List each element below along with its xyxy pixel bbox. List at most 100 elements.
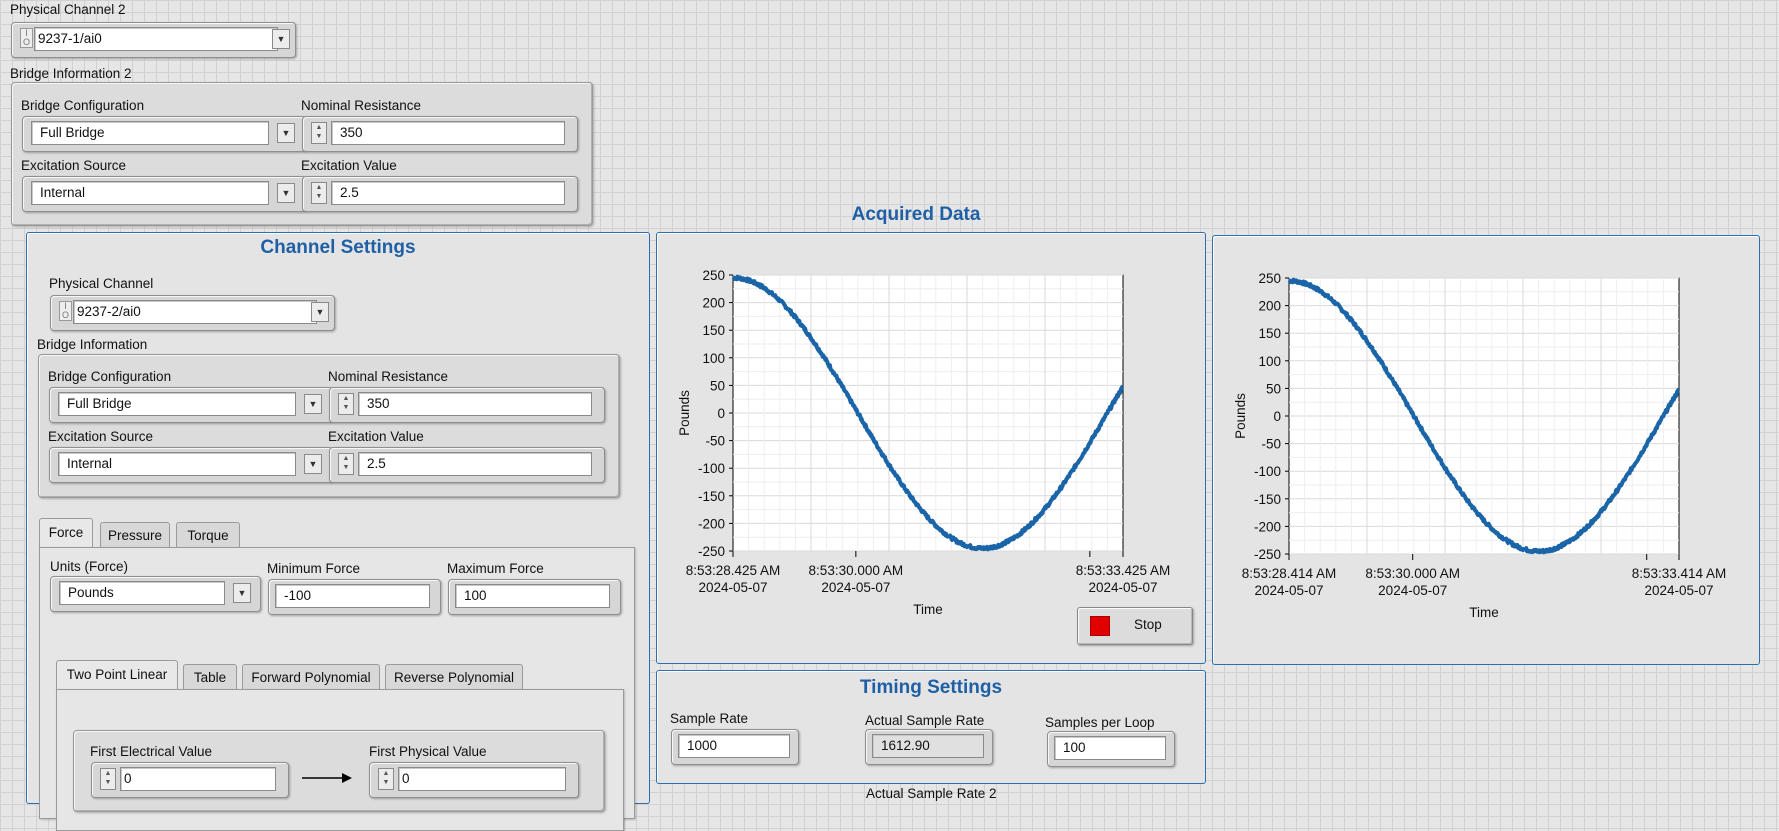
excitation-source-label: Excitation Source (21, 158, 127, 173)
y-tick-label: -50 (1261, 437, 1281, 452)
excitation-value-field[interactable]: 2.5 (358, 452, 592, 476)
nominal-resistance-field[interactable]: 350 (358, 392, 592, 416)
arrow-right-icon (302, 771, 352, 785)
spinner-icon[interactable]: ▲ ▼ (311, 182, 327, 204)
excitation-source-field[interactable]: Internal (58, 452, 296, 476)
excitation-source-select[interactable]: Internal ▼ (22, 176, 306, 212)
y-tick-label: 100 (1258, 354, 1281, 369)
sample-rate-field[interactable]: 1000 (678, 734, 790, 758)
force-tab-page: Units (Force) Pounds ▼ Minimum Force -10… (39, 547, 635, 831)
y-tick-label: -200 (698, 516, 725, 531)
min-force-control[interactable]: -100 (268, 579, 441, 615)
nominal-resistance-control[interactable]: ▲ ▼ 350 (329, 387, 605, 423)
excitation-source-field[interactable]: Internal (31, 181, 269, 205)
actual-sample-rate-field: 1612.90 (872, 734, 984, 758)
x-tick-label-date: 2024-05-07 (1088, 580, 1157, 595)
chevron-down-icon[interactable]: ▼ (311, 302, 329, 322)
excitation-value-control[interactable]: ▲ ▼ 2.5 (302, 176, 578, 212)
excitation-value-label: Excitation Value (328, 429, 424, 444)
max-force-control[interactable]: 100 (448, 579, 621, 615)
excitation-value-field[interactable]: 2.5 (331, 181, 565, 205)
spinner-icon[interactable]: ▲ ▼ (338, 453, 354, 475)
x-tick-label-date: 2024-05-07 (698, 580, 767, 595)
physical-channel-control[interactable]: IO 9237-2/ai0 ▼ (50, 295, 335, 331)
excitation-source-select[interactable]: Internal ▼ (49, 447, 333, 483)
first-physical-control[interactable]: ▲ ▼ 0 (369, 762, 579, 798)
spinner-icon[interactable]: ▲ ▼ (100, 768, 116, 790)
tab-pressure[interactable]: Pressure (100, 522, 170, 548)
y-tick-label: 200 (1258, 299, 1281, 314)
y-tick-label: -50 (705, 434, 725, 449)
bridge-config-label: Bridge Configuration (21, 98, 145, 113)
chevron-down-icon[interactable]: ▼ (277, 123, 295, 143)
chevron-down-icon[interactable]: ▼ (233, 583, 251, 603)
tab-reverse-polynomial[interactable]: Reverse Polynomial (385, 664, 523, 690)
nominal-resistance-control[interactable]: ▲ ▼ 350 (302, 116, 578, 152)
physical-channel-2-field[interactable]: 9237-1/ai0 (34, 27, 278, 51)
y-tick-label: 100 (702, 351, 725, 366)
spinner-icon[interactable]: ▲ ▼ (378, 768, 394, 790)
first-electrical-field[interactable]: 0 (120, 767, 276, 791)
y-axis-label: Pounds (1233, 393, 1248, 439)
stop-button[interactable]: Stop (1077, 607, 1193, 645)
io-icon: IO (20, 28, 33, 48)
actual-sample-rate-indicator: 1612.90 (865, 729, 993, 765)
waveform-chart-2[interactable]: 250 200 150 100 50 0 -50 -100 -150 -200 -250 8:53:2… (1213, 236, 1759, 664)
bridge-config-select[interactable]: Full Bridge ▼ (49, 387, 333, 423)
sample-rate-control[interactable]: 1000 (671, 729, 799, 765)
bridge-config-select[interactable]: Full Bridge ▼ (22, 116, 306, 152)
max-force-field[interactable]: 100 (455, 584, 610, 608)
nominal-resistance-label: Nominal Resistance (301, 98, 422, 113)
x-tick-label-date: 2024-05-07 (1644, 583, 1713, 598)
chevron-down-icon[interactable]: ▼ (304, 394, 322, 414)
chevron-down-icon[interactable]: ▼ (277, 183, 295, 203)
y-tick-label: -150 (698, 489, 725, 504)
y-tick-label: -100 (1254, 464, 1281, 479)
units-field[interactable]: Pounds (59, 581, 225, 605)
bridge-config-field[interactable]: Full Bridge (31, 121, 269, 145)
bridge-info-2-group: Bridge Configuration Full Bridge ▼ Nomin… (11, 82, 593, 226)
physical-channel-2-label: Physical Channel 2 (10, 2, 126, 17)
y-tick-label: -100 (698, 461, 725, 476)
bridge-info-2-label: Bridge Information 2 (10, 66, 132, 81)
spinner-icon[interactable]: ▲ ▼ (338, 393, 354, 415)
y-tick-label: -150 (1254, 492, 1281, 507)
physical-channel-field[interactable]: 9237-2/ai0 (73, 300, 317, 324)
actual-sample-rate-2-label: Actual Sample Rate 2 (866, 786, 997, 801)
units-select[interactable]: Pounds ▼ (50, 576, 261, 612)
excitation-value-label: Excitation Value (301, 158, 397, 173)
tab-force[interactable]: Force (39, 518, 93, 548)
chevron-down-icon[interactable]: ▼ (304, 454, 322, 474)
actual-sample-rate-label: Actual Sample Rate (865, 713, 985, 728)
first-electrical-label: First Electrical Value (90, 744, 213, 759)
first-electrical-control[interactable]: ▲ ▼ 0 (91, 762, 289, 798)
tab-torque[interactable]: Torque (176, 522, 240, 548)
samples-per-loop-control[interactable]: 100 (1047, 731, 1175, 767)
acquired-data-panel-2: 250 200 150 100 50 0 -50 -100 -150 -200 -250 8:53:2… (1212, 235, 1760, 665)
x-tick-label-date: 2024-05-07 (821, 580, 890, 595)
waveform-chart-1[interactable]: 250 200 150 100 50 0 -50 -100 -150 -200 -250 8:53:2… (657, 233, 1205, 663)
y-axis-label: Pounds (677, 390, 692, 436)
spinner-icon[interactable]: ▲ ▼ (311, 122, 327, 144)
excitation-value-control[interactable]: ▲ ▼ 2.5 (329, 447, 605, 483)
x-tick-label: 8:53:30.000 AM (1365, 566, 1460, 581)
samples-per-loop-field[interactable]: 100 (1054, 736, 1166, 760)
excitation-source-label: Excitation Source (48, 429, 154, 444)
channel-settings-title: Channel Settings (260, 237, 416, 258)
min-force-label: Minimum Force (267, 561, 361, 576)
x-tick-label-date: 2024-05-07 (1378, 583, 1447, 598)
x-tick-label-date: 2024-05-07 (1254, 583, 1323, 598)
nominal-resistance-field[interactable]: 350 (331, 121, 565, 145)
stop-indicator (1089, 615, 1111, 637)
tab-table[interactable]: Table (183, 664, 237, 690)
y-tick-label: 250 (702, 268, 725, 283)
bridge-config-field[interactable]: Full Bridge (58, 392, 296, 416)
min-force-field[interactable]: -100 (275, 584, 430, 608)
chevron-down-icon[interactable]: ▼ (272, 29, 290, 49)
first-physical-field[interactable]: 0 (398, 767, 566, 791)
tab-forward-polynomial[interactable]: Forward Polynomial (242, 664, 380, 690)
physical-channel-2-control[interactable]: IO 9237-1/ai0 ▼ (11, 22, 296, 58)
stop-button-label: Stop (1134, 617, 1162, 632)
tab-two-point-linear[interactable]: Two Point Linear (56, 660, 178, 690)
x-axis-label: Time (1469, 605, 1499, 620)
